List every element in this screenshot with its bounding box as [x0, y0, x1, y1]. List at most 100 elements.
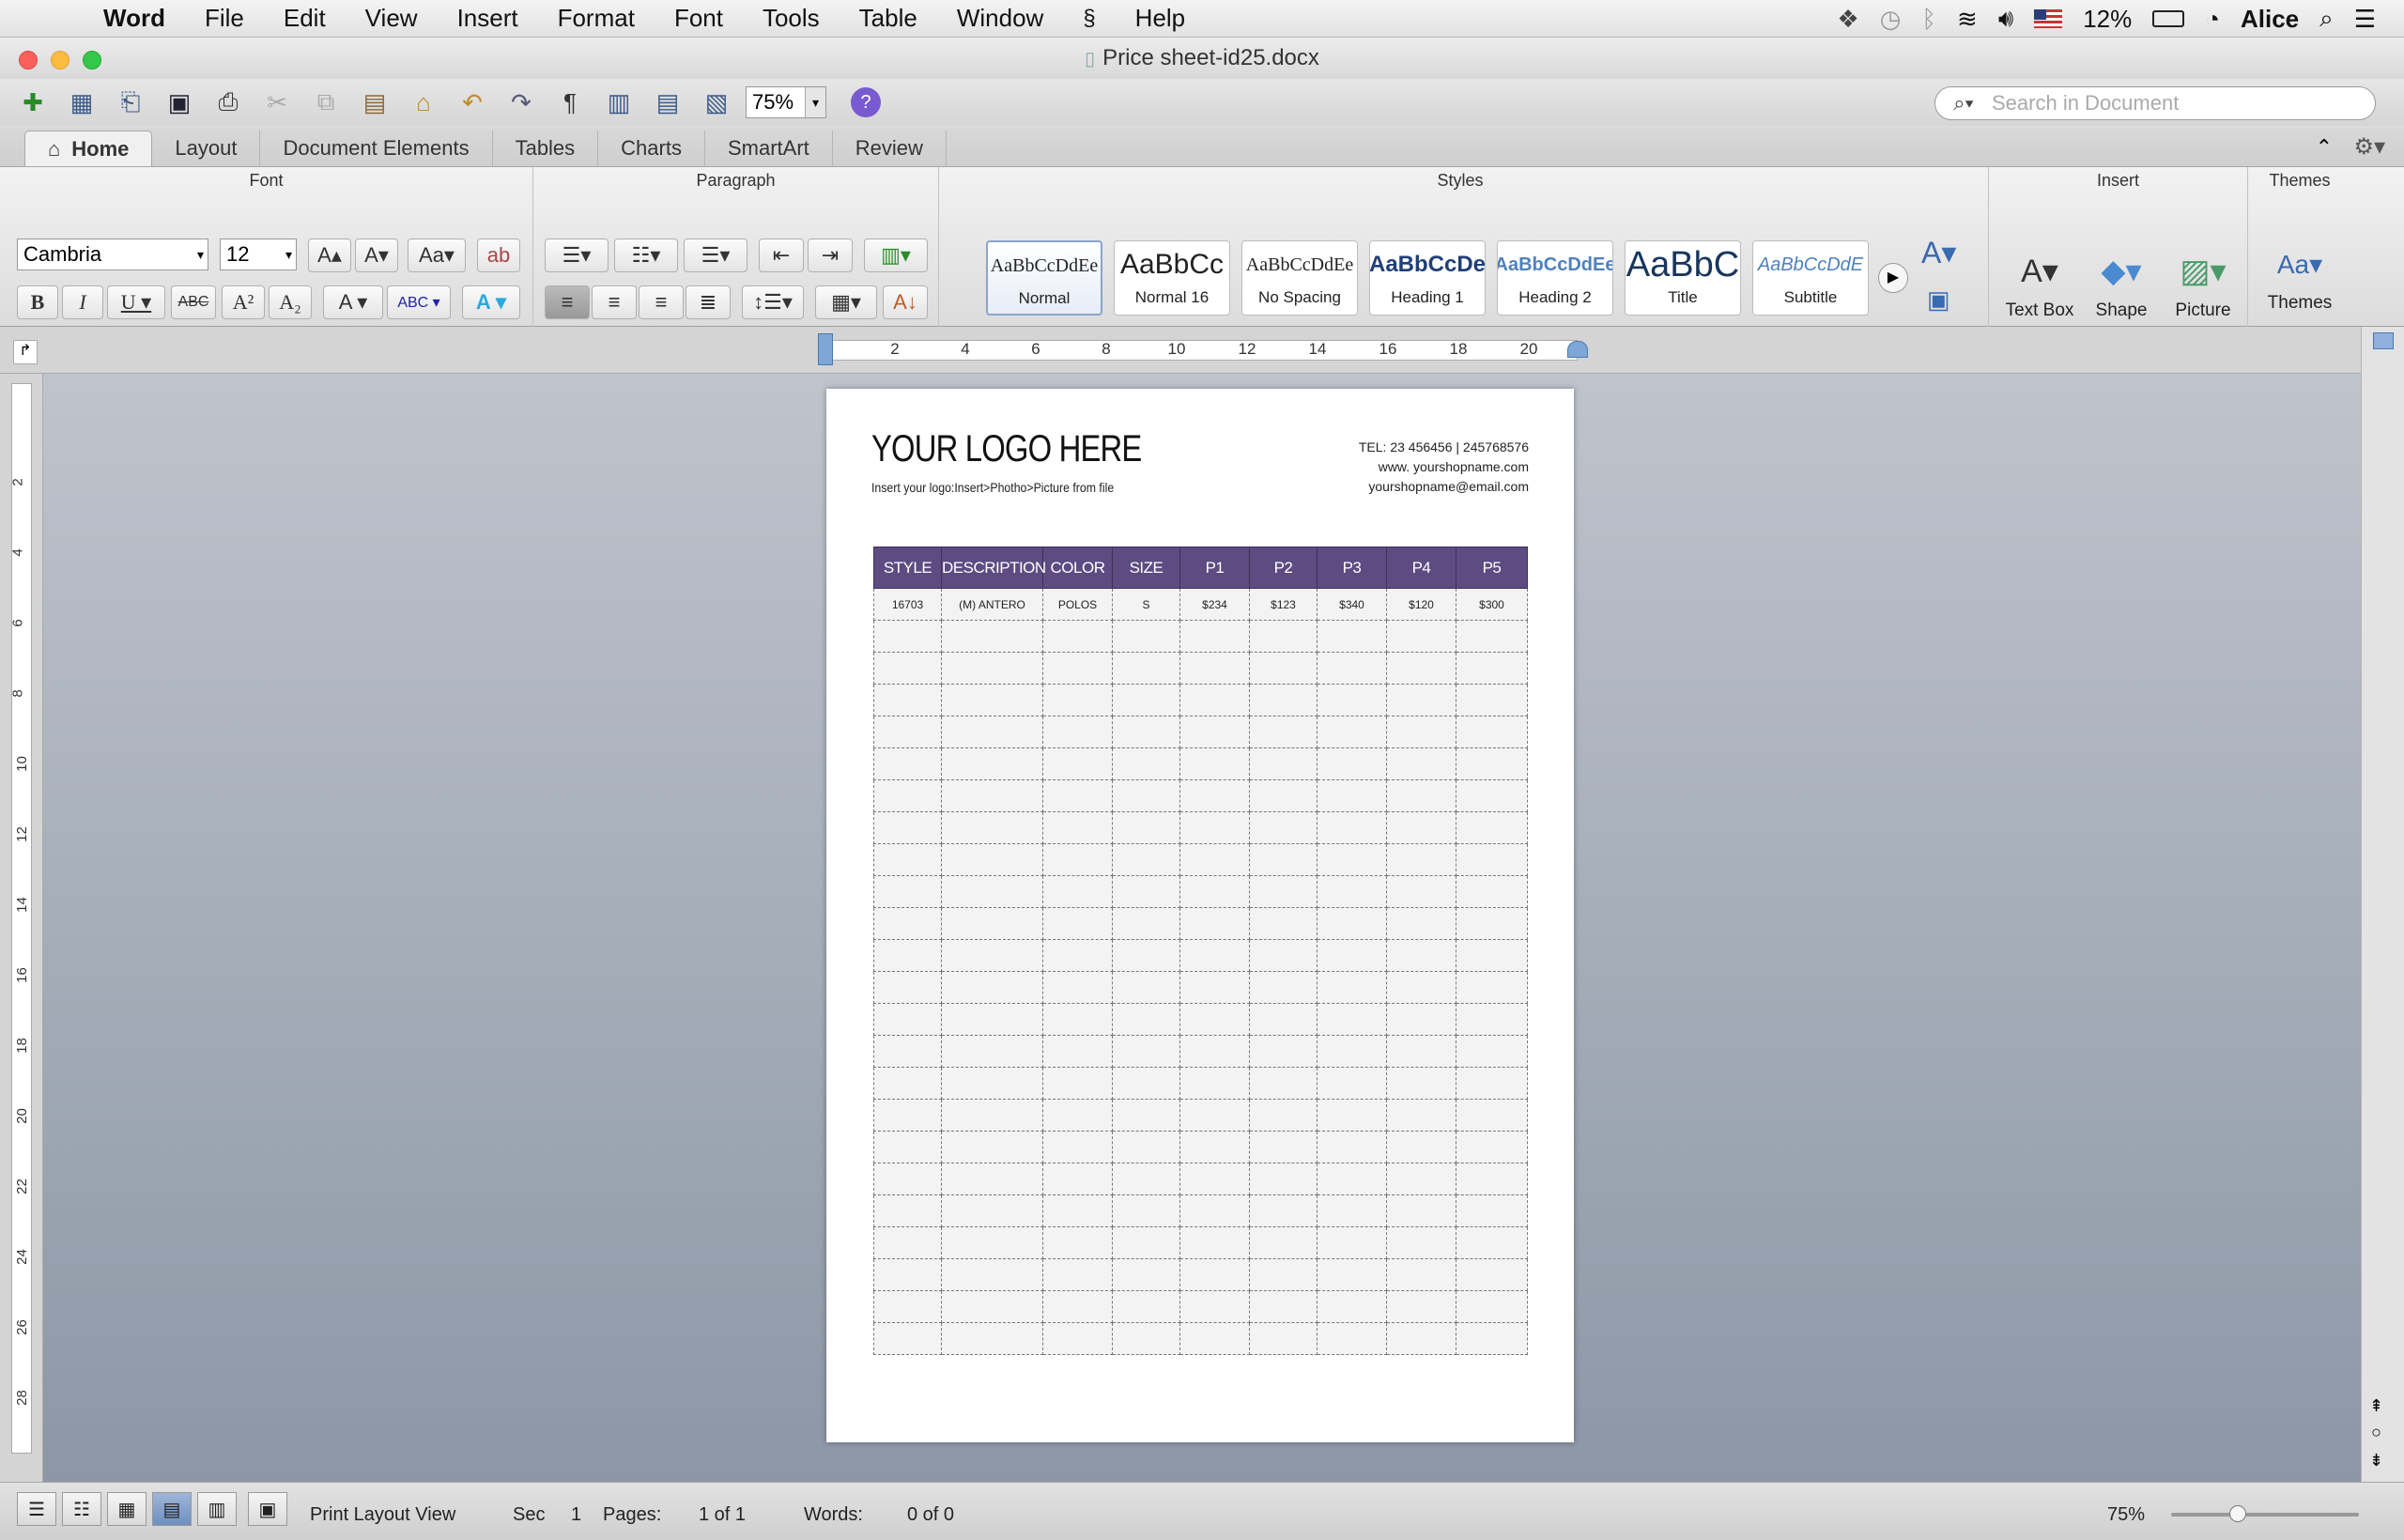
table-cell[interactable] [1317, 1290, 1387, 1323]
table-cell[interactable] [873, 1003, 942, 1036]
table-cell[interactable] [1386, 747, 1456, 780]
menu-help[interactable]: Help [1116, 0, 1205, 38]
align-right-button[interactable]: ≡ [639, 285, 684, 319]
cut-icon[interactable]: ✂ [257, 83, 297, 122]
shrink-font-button[interactable]: A▾ [355, 239, 398, 272]
table-cell[interactable] [1112, 1194, 1180, 1227]
table-cell[interactable]: (M) ANTERO [941, 588, 1043, 621]
table-cell[interactable] [941, 1226, 1043, 1259]
table-cell[interactable] [1317, 652, 1387, 685]
zoom-window-button[interactable] [83, 51, 101, 69]
columns-button[interactable]: ▥▾ [864, 239, 928, 272]
print-layout-view-button[interactable]: ▤ [152, 1492, 192, 1526]
clock-icon[interactable]: ◔ [2205, 5, 2220, 34]
table-cell[interactable] [1112, 939, 1180, 972]
style-no-spacing[interactable]: AaBbCcDdEe No Spacing [1241, 240, 1358, 316]
grow-font-button[interactable]: A▴ [308, 239, 351, 272]
style-normal[interactable]: AaBbCcDdEe Normal [986, 240, 1102, 316]
chevron-down-icon[interactable]: ▾ [805, 87, 825, 117]
table-cell[interactable] [1042, 1194, 1113, 1227]
outline-view-button[interactable]: ☷ [62, 1492, 101, 1526]
next-page-icon[interactable]: ⇟ [2369, 1451, 2383, 1471]
search-input[interactable]: ⌕▾ Search in Document [1934, 86, 2376, 120]
table-cell[interactable] [1317, 620, 1387, 653]
style-subtitle[interactable]: AaBbCcDdE Subtitle [1752, 240, 1869, 316]
table-cell[interactable] [1456, 1003, 1528, 1036]
table-cell[interactable] [1249, 1226, 1318, 1259]
table-cell[interactable] [941, 907, 1043, 940]
style-heading-1[interactable]: AaBbCcDe Heading 1 [1369, 240, 1486, 316]
zoom-select[interactable]: 75% ▾ [746, 86, 826, 118]
table-cell[interactable] [941, 811, 1043, 844]
table-cell[interactable] [1179, 652, 1250, 685]
decrease-indent-button[interactable]: ⇤ [759, 239, 804, 272]
table-cell[interactable] [1317, 1035, 1387, 1068]
script-menu-icon[interactable]: § [1063, 0, 1115, 38]
tab-document-elements[interactable]: Document Elements [260, 131, 493, 166]
underline-button[interactable]: U ▾ [107, 285, 165, 319]
undo-icon[interactable]: ↶ [453, 83, 492, 122]
table-cell[interactable] [1042, 811, 1113, 844]
table-cell[interactable] [1179, 875, 1250, 908]
table-cell[interactable] [1042, 684, 1113, 716]
table-cell[interactable] [1042, 652, 1113, 685]
time-machine-icon[interactable]: ◷ [1880, 5, 1902, 34]
styles-pane-icon[interactable]: ▣ [1927, 285, 1950, 315]
table-cell[interactable] [1317, 875, 1387, 908]
tab-smartart[interactable]: SmartArt [705, 131, 833, 166]
table-cell[interactable] [1042, 907, 1113, 940]
table-cell[interactable] [1249, 1003, 1318, 1036]
menu-window[interactable]: Window [937, 0, 1063, 38]
table-cell[interactable] [1042, 1003, 1113, 1036]
table-cell[interactable] [941, 843, 1043, 876]
table-cell[interactable] [1456, 811, 1528, 844]
table-cell[interactable] [1042, 1258, 1113, 1291]
font-size-field[interactable]: 12 ▾ [220, 239, 297, 270]
table-cell[interactable]: 16703 [873, 588, 942, 621]
table-cell[interactable] [1179, 1258, 1250, 1291]
table-cell[interactable] [1042, 779, 1113, 812]
table-cell[interactable] [1456, 843, 1528, 876]
tab-layout[interactable]: Layout [152, 131, 261, 166]
table-cell[interactable] [1456, 716, 1528, 748]
table-cell[interactable] [1456, 1226, 1528, 1259]
increase-indent-button[interactable]: ⇥ [808, 239, 853, 272]
table-cell[interactable] [1179, 971, 1250, 1004]
flag-icon[interactable] [2034, 9, 2063, 28]
table-cell[interactable] [1456, 1035, 1528, 1068]
table-cell[interactable] [873, 907, 942, 940]
tab-home[interactable]: ⌂ Home [24, 131, 153, 166]
table-cell[interactable] [1456, 779, 1528, 812]
table-cell[interactable] [873, 779, 942, 812]
table-cell[interactable] [1317, 811, 1387, 844]
table-cell[interactable] [941, 875, 1043, 908]
bold-button[interactable]: B [17, 285, 58, 319]
style-normal-16[interactable]: AaBbCc Normal 16 [1114, 240, 1230, 316]
left-indent-marker[interactable] [818, 333, 833, 365]
table-cell[interactable] [1112, 1099, 1180, 1132]
table-cell[interactable] [941, 652, 1043, 685]
table-cell[interactable] [1249, 779, 1318, 812]
table-cell[interactable] [1112, 1163, 1180, 1195]
table-cell[interactable] [1317, 1322, 1387, 1355]
style-options-icon[interactable]: A▾ [1921, 235, 1956, 270]
text-box-button[interactable]: A▾ Text Box [2000, 250, 2079, 321]
column-header[interactable]: SIZE [1112, 547, 1180, 589]
table-cell[interactable] [1386, 779, 1456, 812]
table-cell[interactable] [1042, 1226, 1113, 1259]
highlight-button[interactable]: ABC ▾ [387, 285, 451, 319]
notification-center-icon[interactable]: ☰ [2354, 5, 2376, 34]
bullets-button[interactable]: ☰▾ [545, 239, 609, 272]
table-cell[interactable] [1317, 716, 1387, 748]
table-cell[interactable] [1042, 1035, 1113, 1068]
font-name-field[interactable]: Cambria ▾ [17, 239, 208, 270]
notebook-layout-button[interactable]: ▥ [197, 1492, 237, 1526]
table-cell[interactable] [1456, 939, 1528, 972]
table-cell[interactable] [1179, 811, 1250, 844]
table-cell[interactable] [873, 811, 942, 844]
help-icon[interactable]: ? [851, 87, 881, 117]
table-cell[interactable] [1249, 1322, 1318, 1355]
new-document-icon[interactable]: ✚ [13, 83, 53, 122]
table-cell[interactable] [1179, 939, 1250, 972]
publishing-layout-button[interactable]: ▦ [107, 1492, 146, 1526]
